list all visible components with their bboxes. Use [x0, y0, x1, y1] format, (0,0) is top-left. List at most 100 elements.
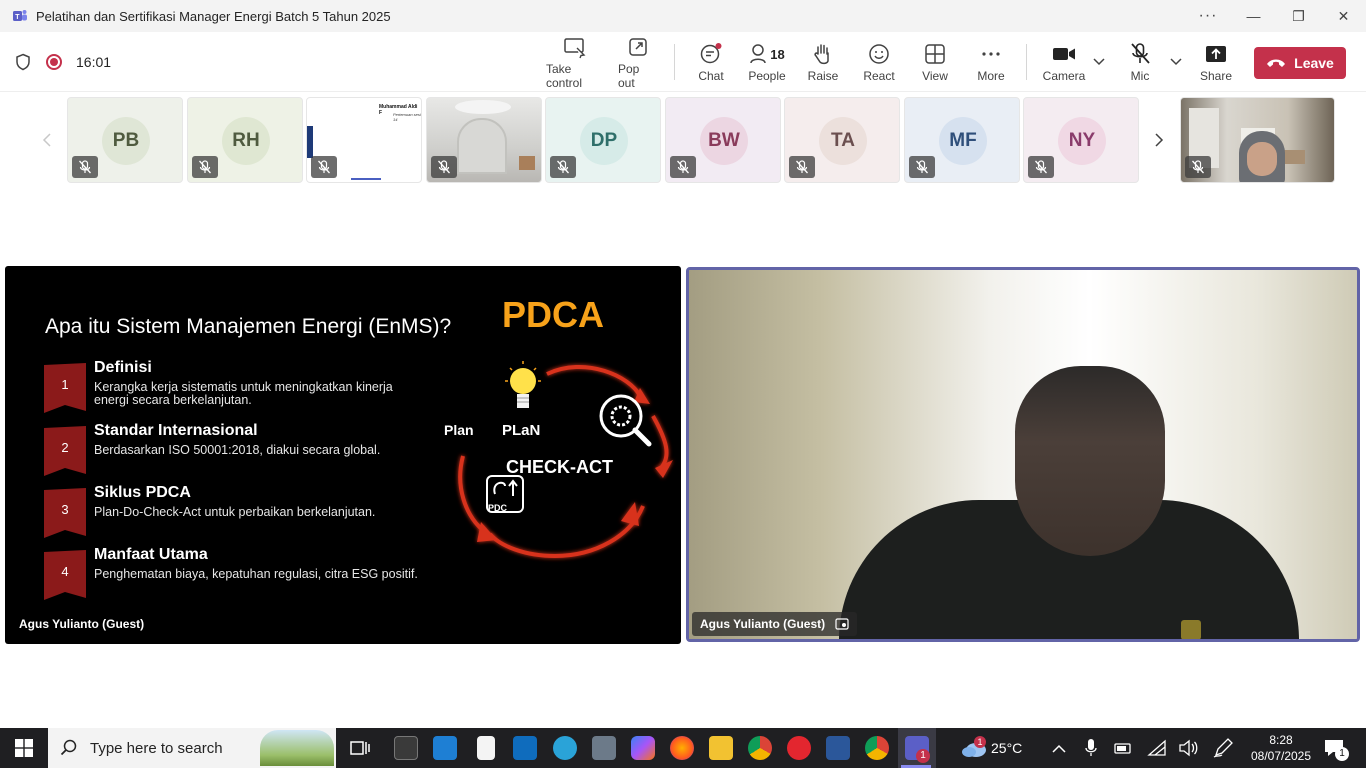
view-button[interactable]: View: [920, 32, 950, 92]
participant-tile-video[interactable]: [1180, 97, 1335, 183]
chat-icon: [699, 41, 723, 67]
more-button[interactable]: More: [976, 32, 1006, 92]
participant-tile[interactable]: BW: [665, 97, 781, 183]
pop-out-button[interactable]: Pop out: [618, 32, 658, 92]
wifi-icon[interactable]: [1147, 739, 1167, 762]
mic-muted-icon: [789, 156, 815, 178]
participant-tile[interactable]: MF: [904, 97, 1020, 183]
participant-tile-video[interactable]: [426, 97, 542, 183]
tray-overflow-chevron-icon[interactable]: [1052, 741, 1066, 759]
pin-video-icon[interactable]: [835, 618, 849, 630]
take-control-button[interactable]: Take control: [546, 32, 604, 92]
minimize-button[interactable]: —: [1231, 0, 1276, 32]
participant-strip: PB RH Muhammad Aldi F Pertemuan sesi 14 …: [0, 97, 1366, 183]
participant-tile[interactable]: PB: [67, 97, 183, 183]
media-app-icon[interactable]: [394, 736, 418, 760]
people-button[interactable]: 18 People: [748, 32, 786, 92]
shared-content-stage[interactable]: Apa itu Sistem Manajemen Energi (EnMS)? …: [5, 266, 681, 644]
shield-icon[interactable]: [14, 53, 32, 71]
toolbar-divider: [1026, 44, 1027, 80]
leave-button[interactable]: Leave: [1254, 47, 1346, 79]
share-screen-icon: [1205, 41, 1227, 67]
speaker-video-stage[interactable]: Agus Yulianto (Guest): [686, 267, 1360, 642]
search-highlight-image: [260, 730, 334, 766]
chrome-icon[interactable]: [748, 736, 772, 760]
mic-muted-icon: [1185, 156, 1211, 178]
teams-logo-icon: T: [12, 8, 28, 24]
mic-muted-icon: [550, 156, 576, 178]
share-button[interactable]: Share: [1200, 32, 1232, 92]
volume-icon[interactable]: [1178, 739, 1198, 762]
camera-options-chevron-icon[interactable]: [1092, 54, 1106, 73]
wps-office-icon[interactable]: [787, 736, 811, 760]
mic-muted-icon: [909, 156, 935, 178]
thumb-slide-sub: Pertemuan sesi 14: [393, 112, 421, 122]
room-arch-image: [457, 118, 507, 174]
taskbar-search-box[interactable]: Type here to search: [48, 728, 336, 768]
avatar: PB: [102, 117, 150, 165]
participant-tile[interactable]: NY: [1023, 97, 1139, 183]
outlook-icon[interactable]: [513, 736, 537, 760]
item-number: 4: [61, 564, 69, 579]
item-number: 3: [61, 502, 69, 517]
mic-button[interactable]: Mic: [1126, 32, 1154, 92]
avatar: BW: [700, 117, 748, 165]
meeting-toolbar: 16:01 Take control Pop out Chat 18 Peopl…: [0, 32, 1366, 92]
control-panel-icon[interactable]: [592, 736, 616, 760]
avatar: NY: [1058, 117, 1106, 165]
task-view-icon[interactable]: [348, 736, 372, 760]
chat-button[interactable]: Chat: [696, 32, 726, 92]
speaker-name-tag: Agus Yulianto (Guest): [692, 612, 858, 636]
taskbar-clock[interactable]: 8:28 08/07/2025: [1244, 732, 1318, 764]
pop-out-label: Pop out: [618, 62, 640, 90]
chrome-icon[interactable]: [865, 736, 889, 760]
speaker-head-image: [1015, 366, 1165, 556]
toolbar-divider: [674, 44, 675, 80]
maximize-button[interactable]: ❐: [1276, 0, 1321, 32]
avatar: MF: [939, 117, 987, 165]
pen-icon[interactable]: [1213, 738, 1233, 763]
copilot-icon[interactable]: [631, 736, 655, 760]
speaker-name: Agus Yulianto (Guest): [700, 617, 826, 631]
firefox-icon[interactable]: [670, 736, 694, 760]
strip-next-chevron-icon[interactable]: [1143, 97, 1175, 183]
avatar: RH: [222, 117, 270, 165]
pop-out-icon: [627, 34, 649, 60]
windows-taskbar: Type here to search 1 1 25°C 8:28 08/07/…: [0, 728, 1366, 768]
close-button[interactable]: ✕: [1321, 0, 1366, 32]
participant-tile-shared-slide[interactable]: Muhammad Aldi F Pertemuan sesi 14: [306, 97, 422, 183]
store-icon[interactable]: [433, 736, 457, 760]
word-icon[interactable]: [826, 736, 850, 760]
participant-tile[interactable]: DP: [545, 97, 661, 183]
windows-start-icon[interactable]: [0, 728, 48, 768]
cycle-box-label: PDC: [488, 503, 508, 513]
item-heading: Standar Internasional: [94, 422, 258, 439]
item-heading: Definisi: [94, 359, 152, 376]
leave-label: Leave: [1294, 55, 1334, 71]
file-icon[interactable]: [477, 736, 495, 760]
more-options-button[interactable]: ···: [1185, 0, 1231, 32]
people-icon-wrap: 18: [749, 41, 785, 67]
mic-options-chevron-icon[interactable]: [1169, 54, 1183, 73]
strip-prev-chevron-icon[interactable]: [31, 97, 63, 183]
raise-hand-icon: [812, 41, 834, 67]
raise-hand-button[interactable]: Raise: [808, 32, 838, 92]
participant-tile[interactable]: RH: [187, 97, 303, 183]
camera-button[interactable]: Camera: [1043, 32, 1085, 92]
thumb-footer-image: [351, 178, 381, 180]
battery-icon[interactable]: [1113, 740, 1133, 761]
mic-muted-icon: [670, 156, 696, 178]
file-explorer-icon[interactable]: [709, 736, 733, 760]
participant-tile[interactable]: TA: [784, 97, 900, 183]
mic-muted-icon: [1028, 156, 1054, 178]
react-button[interactable]: React: [863, 32, 895, 92]
edge-icon[interactable]: [553, 736, 577, 760]
microphone-icon[interactable]: [1085, 739, 1097, 762]
cycle-label-plan-center: PLaN: [502, 422, 541, 439]
search-icon: [60, 739, 77, 756]
weather-temperature[interactable]: 25°C: [991, 740, 1022, 756]
camera-icon: [1052, 41, 1076, 67]
item-description: Plan-Do-Check-Act untuk perbaikan berkel…: [94, 505, 376, 519]
avatar: DP: [580, 117, 628, 165]
grid-view-icon: [924, 41, 946, 67]
